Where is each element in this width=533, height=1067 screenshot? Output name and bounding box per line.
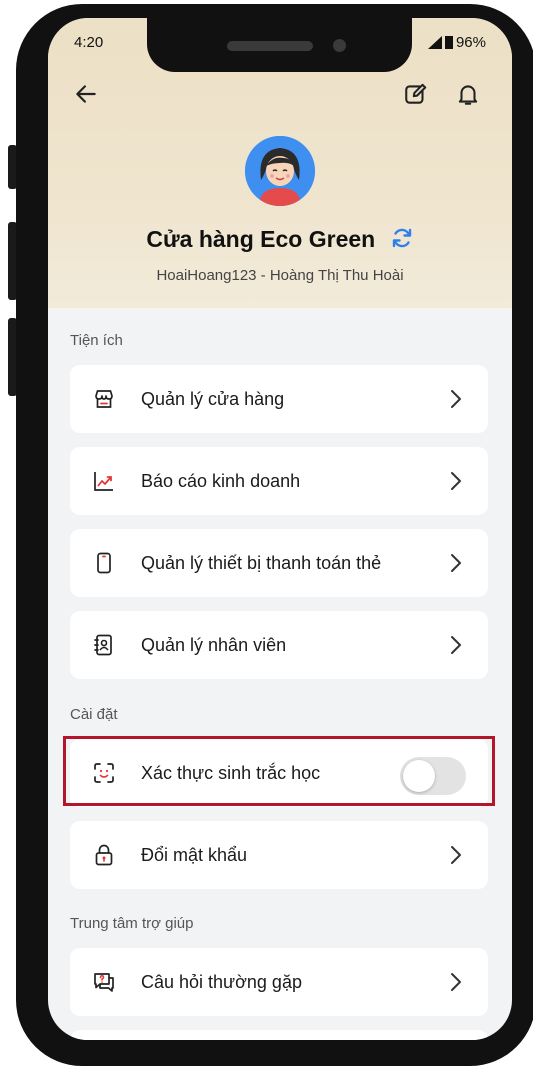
menu-item-label: Quản lý nhân viên [141, 634, 287, 655]
mobile-device-icon [97, 552, 111, 574]
avatar[interactable] [245, 136, 315, 206]
status-indicators: 96% [427, 34, 486, 51]
avatar-illustration [245, 136, 315, 206]
notification-button[interactable] [452, 78, 484, 110]
battery-percent: 96% [455, 34, 486, 51]
edit-button[interactable] [400, 78, 432, 110]
highlight-box [63, 736, 495, 806]
menu-item-business-report[interactable]: Báo cáo kinh doanh [70, 447, 488, 515]
question-chat-icon [94, 973, 114, 992]
bell-icon [458, 85, 478, 105]
section-title-help: Trung tâm trợ giúp [70, 915, 194, 932]
menu-item-staff-management[interactable]: Quản lý nhân viên [70, 611, 488, 679]
chevron-right-icon [451, 554, 461, 572]
signal-icon [427, 36, 442, 49]
user-account-name: HoaiHoang123 - Hoàng Thị Thu Hoài [156, 267, 404, 284]
menu-item-label: Câu hỏi thường gặp [141, 971, 302, 992]
menu-item-partial[interactable] [70, 1030, 488, 1040]
arrow-left-icon [76, 85, 96, 103]
menu-item-label: Báo cáo kinh doanh [141, 470, 301, 491]
status-time: 4:20 [74, 34, 104, 51]
back-button[interactable] [70, 78, 102, 110]
lock-icon [95, 844, 113, 866]
menu-item-card-payment-devices[interactable]: Quản lý thiết bị thanh toán thẻ [70, 529, 488, 597]
section-title-utilities: Tiện ích [70, 332, 123, 349]
store-icon [95, 390, 113, 408]
speaker [227, 41, 313, 51]
chevron-right-icon [451, 846, 461, 864]
store-name: Cửa hàng Eco Green [48, 226, 512, 256]
menu-item-label: Quản lý cửa hàng [141, 388, 285, 409]
menu-item-label: Đổi mật khẩu [141, 844, 248, 865]
switch-store-button[interactable] [390, 226, 414, 256]
menu-item-change-password[interactable]: Đổi mật khẩu [70, 821, 488, 889]
menu-item-store-management[interactable]: Quản lý cửa hàng [70, 365, 488, 433]
chevron-right-icon [451, 472, 461, 490]
chevron-right-icon [451, 390, 461, 408]
line-chart-icon [94, 472, 113, 491]
edit-icon [405, 83, 427, 104]
section-title-settings: Cài đặt [70, 706, 118, 723]
battery-icon [444, 36, 453, 49]
menu-item-faq[interactable]: Câu hỏi thường gặp [70, 948, 488, 1016]
chevron-right-icon [451, 636, 461, 654]
sync-icon [392, 228, 411, 248]
front-camera [333, 39, 346, 52]
camera-notch [147, 18, 412, 72]
app-screen: 4:20 96% Cửa hàng Eco Green HoaiHoang123… [48, 18, 512, 1040]
contact-book-icon [94, 634, 112, 656]
menu-item-label: Quản lý thiết bị thanh toán thẻ [141, 552, 382, 573]
store-name-text: Cửa hàng Eco Green [146, 226, 376, 253]
chevron-right-icon [451, 973, 461, 991]
